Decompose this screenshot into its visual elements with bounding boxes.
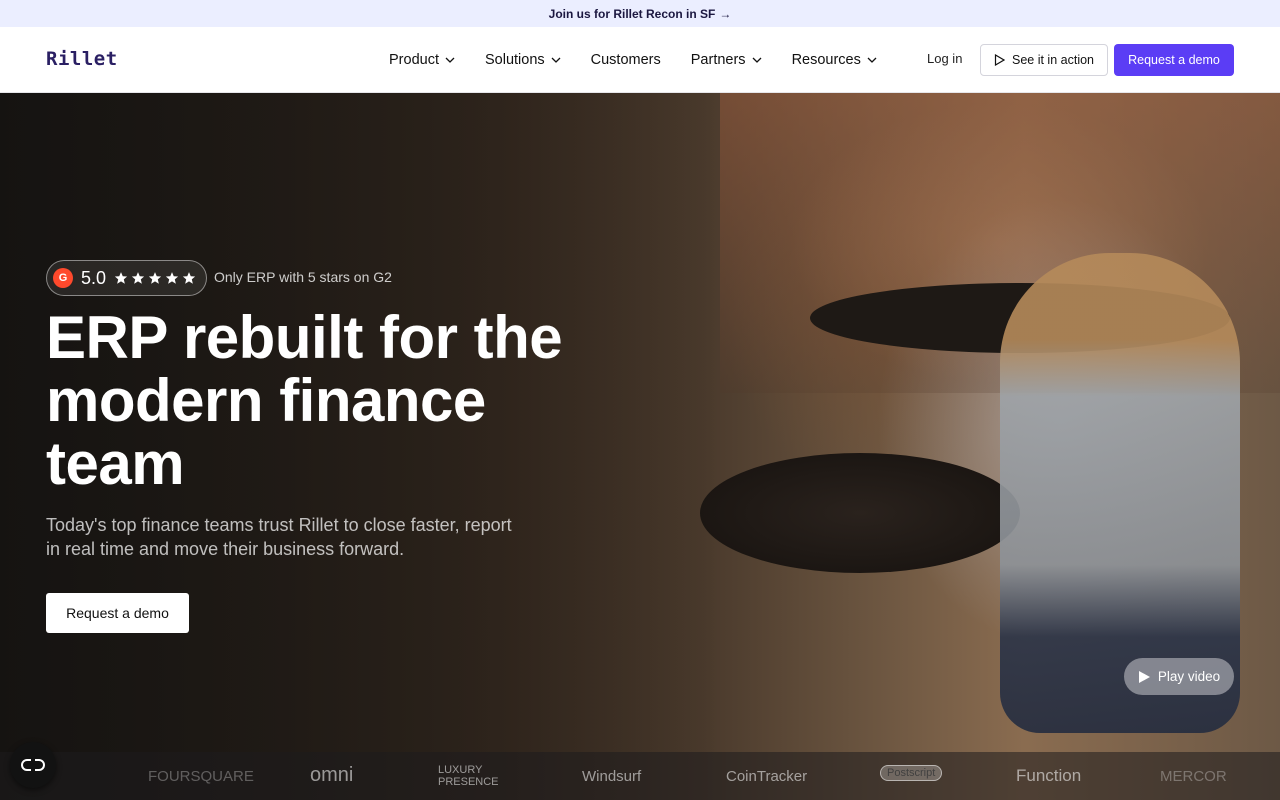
request-demo-hero-button[interactable]: Request a demo (46, 593, 189, 633)
play-icon (994, 54, 1005, 66)
chevron-down-icon (551, 57, 561, 63)
chevron-down-icon (445, 57, 455, 63)
announcement-bar[interactable]: Join us for Rillet Recon in SF → (0, 0, 1280, 27)
arrow-right-icon: → (719, 6, 732, 21)
star-icon (182, 272, 196, 284)
menu-item-product[interactable]: Product (389, 52, 455, 68)
chevron-down-icon (752, 57, 762, 63)
star-icon (114, 272, 128, 284)
play-icon (1138, 670, 1150, 683)
g2-icon: G (53, 268, 73, 288)
star-icon (131, 272, 145, 284)
login-link[interactable]: Log in (927, 51, 962, 66)
menu-item-solutions[interactable]: Solutions (485, 52, 561, 68)
see-it-label: See it in action (1012, 53, 1094, 67)
logo-cointracker: CoinTracker (726, 768, 808, 785)
menu-label: Customers (590, 52, 661, 68)
rating-note: Only ERP with 5 stars on G2 (214, 269, 392, 285)
customer-logo-strip: FOURSQUARE omni LUXURY PRESENCE Windsurf… (0, 752, 1280, 800)
logo-function: Function (1016, 766, 1082, 785)
see-it-in-action-button[interactable]: See it in action (980, 44, 1108, 76)
menu-label: Solutions (484, 52, 545, 68)
logo-omni: omni (310, 764, 354, 786)
rillet-logo[interactable]: Rillet (46, 48, 118, 70)
play-video-label: Play video (1157, 669, 1221, 684)
hero-background-table-front (700, 453, 1020, 573)
menu-item-partners[interactable]: Partners (691, 52, 762, 68)
hero-subhead: Today's top finance teams trust Rillet t… (46, 515, 512, 559)
menu-label: Product (389, 52, 439, 68)
main-menu: Product Solutions Customers Partners Res… (389, 27, 907, 93)
hero-headline: ERP rebuilt for the modern finance team (46, 304, 563, 497)
menu-item-resources[interactable]: Resources (792, 52, 877, 68)
hero-section: G 5.0 Only ERP with 5 stars on G2 ERP re… (0, 93, 1280, 800)
cookie-settings-icon (21, 759, 45, 771)
g2-rating-badge: G 5.0 (46, 260, 207, 296)
rating-stars (114, 271, 199, 285)
cookie-settings-button[interactable] (10, 742, 56, 788)
rating-score: 5.0 (81, 267, 107, 288)
menu-label: Resources (791, 52, 861, 68)
logo-mercor: MERCOR (1160, 768, 1227, 785)
announcement-text: Join us for Rillet Recon in SF (548, 6, 716, 21)
chevron-down-icon (867, 57, 877, 63)
request-demo-nav-button[interactable]: Request a demo (1114, 44, 1234, 76)
top-nav: Rillet Product Solutions Customers Partn… (0, 27, 1280, 93)
logo-windsurf: Windsurf (582, 768, 642, 785)
menu-item-customers[interactable]: Customers (591, 52, 661, 68)
logo-luxury-presence: LUXURY PRESENCE (438, 764, 499, 788)
menu-label: Partners (690, 52, 746, 68)
logo-postscript: Postscript (880, 765, 943, 781)
logo-foursquare: FOURSQUARE (148, 768, 254, 785)
star-icon (165, 272, 179, 284)
star-icon (148, 272, 162, 284)
play-video-button[interactable]: Play video (1124, 658, 1234, 695)
